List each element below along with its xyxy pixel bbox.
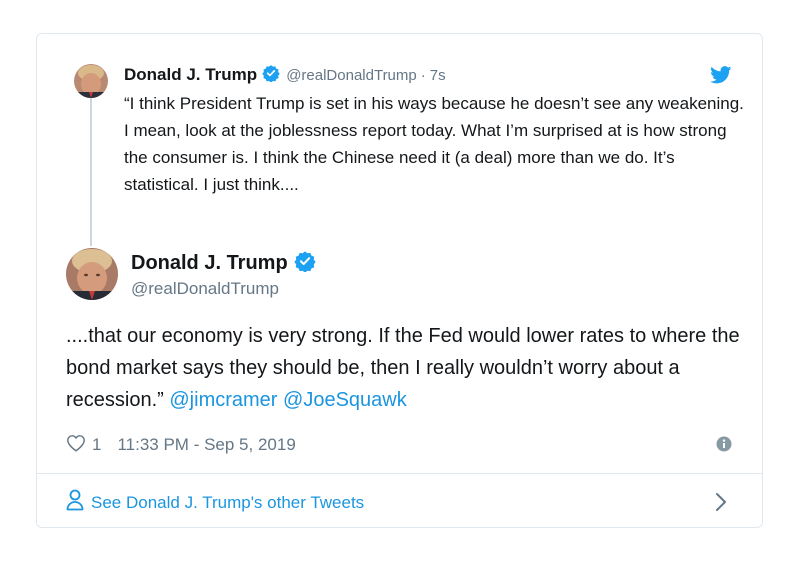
verified-badge-icon [262, 64, 280, 87]
chevron-right-icon[interactable] [714, 492, 728, 517]
twitter-bird-icon[interactable] [710, 66, 732, 89]
mention-link[interactable]: @jimcramer [169, 389, 277, 411]
tweet-text: ....that our economy is very strong. If … [66, 320, 746, 416]
main-tweet-header: Donald J. Trump [131, 250, 316, 277]
like-count[interactable]: 1 [92, 435, 101, 455]
author-name[interactable]: Donald J. Trump [131, 252, 288, 275]
footer-link[interactable]: See Donald J. Trump's other Tweets [66, 489, 364, 516]
parent-tweet-text: “I think President Trump is set in his w… [124, 94, 744, 194]
heart-icon[interactable] [66, 434, 86, 457]
separator-dot: · [420, 66, 426, 84]
author-avatar[interactable] [66, 248, 118, 300]
thread-connector [90, 98, 92, 246]
person-icon [66, 489, 84, 516]
parent-timestamp[interactable]: 7s [430, 67, 446, 84]
parent-author-name[interactable]: Donald J. Trump [124, 65, 257, 85]
verified-badge-icon [294, 250, 316, 277]
parent-tweet-header: Donald J. Trump @realDonaldTrump · 7s [124, 64, 446, 86]
author-handle[interactable]: @realDonaldTrump [131, 279, 279, 299]
parent-avatar[interactable] [74, 64, 108, 98]
see-other-tweets-label[interactable]: See Donald J. Trump's other Tweets [91, 493, 364, 513]
mention-link[interactable]: @JoeSquawk [283, 389, 407, 411]
tweet-meta: 1 11:33 PM - Sep 5, 2019 [66, 433, 732, 457]
tweet-timestamp[interactable]: 11:33 PM - Sep 5, 2019 [117, 435, 295, 455]
footer-divider [36, 473, 763, 474]
info-icon[interactable] [716, 436, 732, 457]
parent-author-handle[interactable]: @realDonaldTrump [286, 67, 417, 84]
